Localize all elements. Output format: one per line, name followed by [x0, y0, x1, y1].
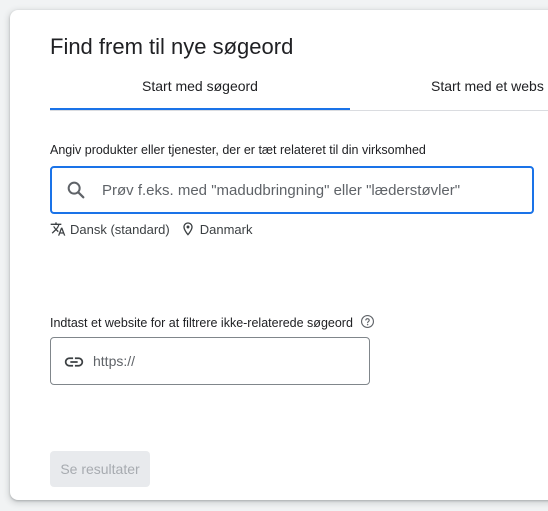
- website-input[interactable]: [93, 338, 353, 384]
- tab-start-with-website[interactable]: Start med et webs: [360, 74, 548, 108]
- link-icon: [63, 351, 85, 378]
- location-pin-icon: [183, 222, 193, 236]
- tab-bar: Start med søgeord Start med et webs: [50, 74, 548, 111]
- location-setting[interactable]: Danmark: [180, 221, 253, 237]
- page-title: Find frem til nye søgeord: [50, 34, 294, 59]
- website-input-container[interactable]: [50, 337, 370, 385]
- targeting-settings: Dansk (standard) Danmark: [50, 221, 252, 237]
- tab-start-with-keywords[interactable]: Start med søgeord: [50, 74, 350, 110]
- translate-icon: [50, 222, 66, 236]
- language-label: Dansk (standard): [70, 221, 170, 237]
- language-setting[interactable]: Dansk (standard): [50, 221, 170, 237]
- website-label: Indtast et website for at filtrere ikke-…: [50, 316, 353, 330]
- help-circle-icon[interactable]: [360, 314, 375, 332]
- location-label: Danmark: [199, 221, 253, 237]
- search-icon: [65, 179, 87, 201]
- keywords-label: Angiv produkter eller tjenester, der er …: [50, 143, 426, 157]
- see-results-button[interactable]: Se resultater: [50, 451, 150, 487]
- website-label-row: Indtast et website for at filtrere ikke-…: [50, 314, 375, 332]
- keywords-input-container[interactable]: [50, 166, 534, 214]
- keyword-discovery-card: Find frem til nye søgeord Start med søge…: [10, 10, 548, 500]
- keywords-input[interactable]: [102, 168, 522, 212]
